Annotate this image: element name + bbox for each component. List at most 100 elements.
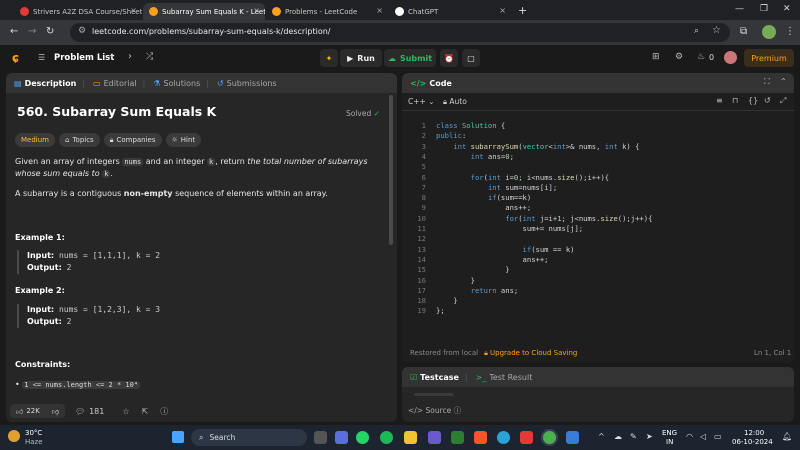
code-line[interactable]: 2 public: [402, 131, 467, 141]
app-icon[interactable] [451, 431, 464, 444]
notification-icon[interactable]: 🔔︎ [782, 432, 792, 441]
teams-icon[interactable] [335, 431, 348, 444]
hint-button[interactable]: ☼ Hint [165, 133, 202, 147]
bookmark-icon[interactable]: ⊓ [732, 96, 738, 105]
run-button[interactable]: ▶ Run [340, 49, 382, 67]
companies-button[interactable]: 🔒︎ Companies [103, 133, 162, 147]
code-line[interactable]: 11 sum+= nums[j]; [402, 224, 583, 234]
tray-chevron-icon[interactable]: ^ [598, 432, 605, 441]
braces-icon[interactable]: {} [748, 96, 758, 105]
shuffle-icon[interactable]: ⤮ [146, 52, 153, 62]
topics-button[interactable]: ⌂ Topics [59, 133, 100, 147]
fullscreen-icon[interactable]: ⤢ [780, 96, 786, 106]
tab-submissions[interactable]: ↺ Submissions [217, 79, 277, 88]
close-icon[interactable]: × [499, 6, 506, 15]
dislike-button[interactable]: 👎︎ [45, 404, 65, 418]
layout-icon[interactable]: ⊞ [652, 52, 660, 62]
code-line[interactable]: 9 ans++; [402, 203, 532, 213]
windows-start-icon[interactable] [172, 431, 184, 443]
maximize-icon[interactable]: ❐ [760, 4, 768, 14]
leetcode-logo-icon[interactable]: ɕ [12, 51, 19, 65]
browser-tab-problems[interactable]: Problems - LeetCode × [266, 3, 388, 20]
upgrade-link[interactable]: 🔒︎ Upgrade to Cloud Saving [484, 349, 577, 358]
premium-button[interactable]: Premium [744, 49, 794, 67]
extensions-icon[interactable]: ⧉ [740, 26, 747, 37]
chrome-icon[interactable] [543, 431, 556, 444]
wifi-icon[interactable]: ◠ [686, 432, 693, 441]
problem-list-icon[interactable]: ☰ [38, 53, 45, 62]
code-line[interactable]: 4 int ans=0; [402, 152, 514, 162]
reload-icon[interactable]: ↻ [46, 26, 54, 37]
tab-test-result[interactable]: >_ Test Result [476, 373, 533, 382]
forward-icon[interactable]: → [28, 26, 36, 37]
whatsapp-icon[interactable] [356, 431, 369, 444]
app-icon[interactable] [428, 431, 441, 444]
notes-button[interactable]: ▢ [462, 49, 480, 67]
source-toggle[interactable]: </> Source ⓘ [408, 405, 461, 416]
settings-gear-icon[interactable]: ⚙ [675, 52, 683, 62]
weather-icon[interactable] [8, 430, 20, 442]
code-line[interactable]: 5 [402, 162, 436, 172]
prev-problem-icon[interactable]: ‹ [110, 51, 114, 62]
battery-icon[interactable]: ▭ [714, 432, 722, 441]
code-tab[interactable]: </> Code [410, 79, 452, 88]
spotify-icon[interactable] [380, 431, 393, 444]
taskbar-search[interactable]: ⌕ Search [191, 429, 307, 446]
auto-mode-toggle[interactable]: 🔒︎ Auto [443, 97, 467, 107]
code-line[interactable]: 13 if(sum == k) [402, 245, 574, 255]
back-icon[interactable]: ← [10, 26, 18, 37]
code-line[interactable]: 18 } [402, 296, 457, 306]
tab-testcase[interactable]: ☑ Testcase [410, 373, 459, 382]
code-line[interactable]: 10 for(int j=i+1; j<nums.size();j++){ [402, 214, 652, 224]
browser-tab-chatgpt[interactable]: ChatGPT × [389, 3, 511, 20]
profile-avatar[interactable] [762, 25, 776, 39]
code-line[interactable]: 7 int sum=nums[i]; [402, 183, 558, 193]
tab-solutions[interactable]: ⚗ Solutions [153, 79, 200, 88]
code-line[interactable]: 12 [402, 234, 436, 244]
zoom-icon[interactable]: ⌕ [694, 26, 699, 36]
browser-menu-icon[interactable]: ⋮ [785, 26, 795, 37]
problem-list-link[interactable]: Problem List [54, 53, 114, 63]
reset-icon[interactable]: ↺ [764, 96, 771, 105]
close-window-icon[interactable]: ✕ [783, 4, 791, 14]
code-line[interactable]: 3 int subarraySum(vector<int>& nums, int… [402, 142, 640, 152]
code-editor[interactable]: 1 class Solution {2 public: 3 int subarrayS… [402, 111, 792, 341]
tab-description[interactable]: ▤ Description [14, 79, 76, 88]
expand-icon[interactable]: ⛶ [764, 77, 770, 87]
language-select[interactable]: C++ ⌄ [408, 97, 435, 106]
code-line[interactable]: 1 class Solution { [402, 121, 506, 131]
code-line[interactable]: 6 for(int i=0; i<nums.size();i++){ [402, 173, 609, 183]
edge-icon[interactable] [497, 431, 510, 444]
code-line[interactable]: 14 ans++; [402, 255, 548, 265]
like-button[interactable]: 👍︎ 22K [10, 404, 46, 418]
language-indicator[interactable]: ENG [662, 429, 677, 437]
format-icon[interactable]: ≡ [716, 96, 723, 105]
user-avatar[interactable] [724, 51, 737, 64]
site-info-icon[interactable]: ⚙ [78, 26, 86, 36]
share-icon[interactable]: ⇱ [142, 407, 149, 416]
file-explorer-icon[interactable] [404, 431, 417, 444]
url-bar[interactable]: ⚙ leetcode.com/problems/subarray-sum-equ… [70, 23, 730, 42]
code-line[interactable]: 15 } [402, 265, 509, 275]
bookmark-star-icon[interactable]: ☆ [712, 25, 721, 36]
close-icon[interactable]: × [376, 6, 383, 15]
next-problem-icon[interactable]: › [128, 51, 132, 62]
task-view-icon[interactable] [314, 431, 327, 444]
favorite-star-icon[interactable]: ☆ [122, 407, 129, 416]
timer-button[interactable]: ⏰ [440, 49, 458, 67]
browser-tab-strivers[interactable]: Strivers A2Z DSA Course/Sheet × [14, 3, 142, 20]
minimize-icon[interactable]: — [735, 4, 744, 14]
collapse-icon[interactable]: ⌃ [780, 77, 787, 86]
browser-tab-subarray[interactable]: Subarray Sum Equals K - LeetCo × [143, 3, 265, 20]
app-icon[interactable] [520, 431, 533, 444]
scrollbar[interactable] [389, 95, 393, 245]
code-line[interactable]: 17 return ans; [402, 286, 518, 296]
help-icon[interactable]: ⓘ [160, 406, 168, 417]
submit-button[interactable]: ☁ Submit [384, 49, 436, 67]
debug-button[interactable]: ✦ [320, 49, 338, 67]
cloud-icon[interactable]: ☁ [614, 432, 622, 441]
send-icon[interactable]: ➤ [646, 432, 653, 441]
new-tab-button[interactable]: + [518, 4, 527, 17]
tab-editorial[interactable]: ▭ Editorial [93, 79, 137, 88]
code-line[interactable]: 16 } [402, 276, 475, 286]
